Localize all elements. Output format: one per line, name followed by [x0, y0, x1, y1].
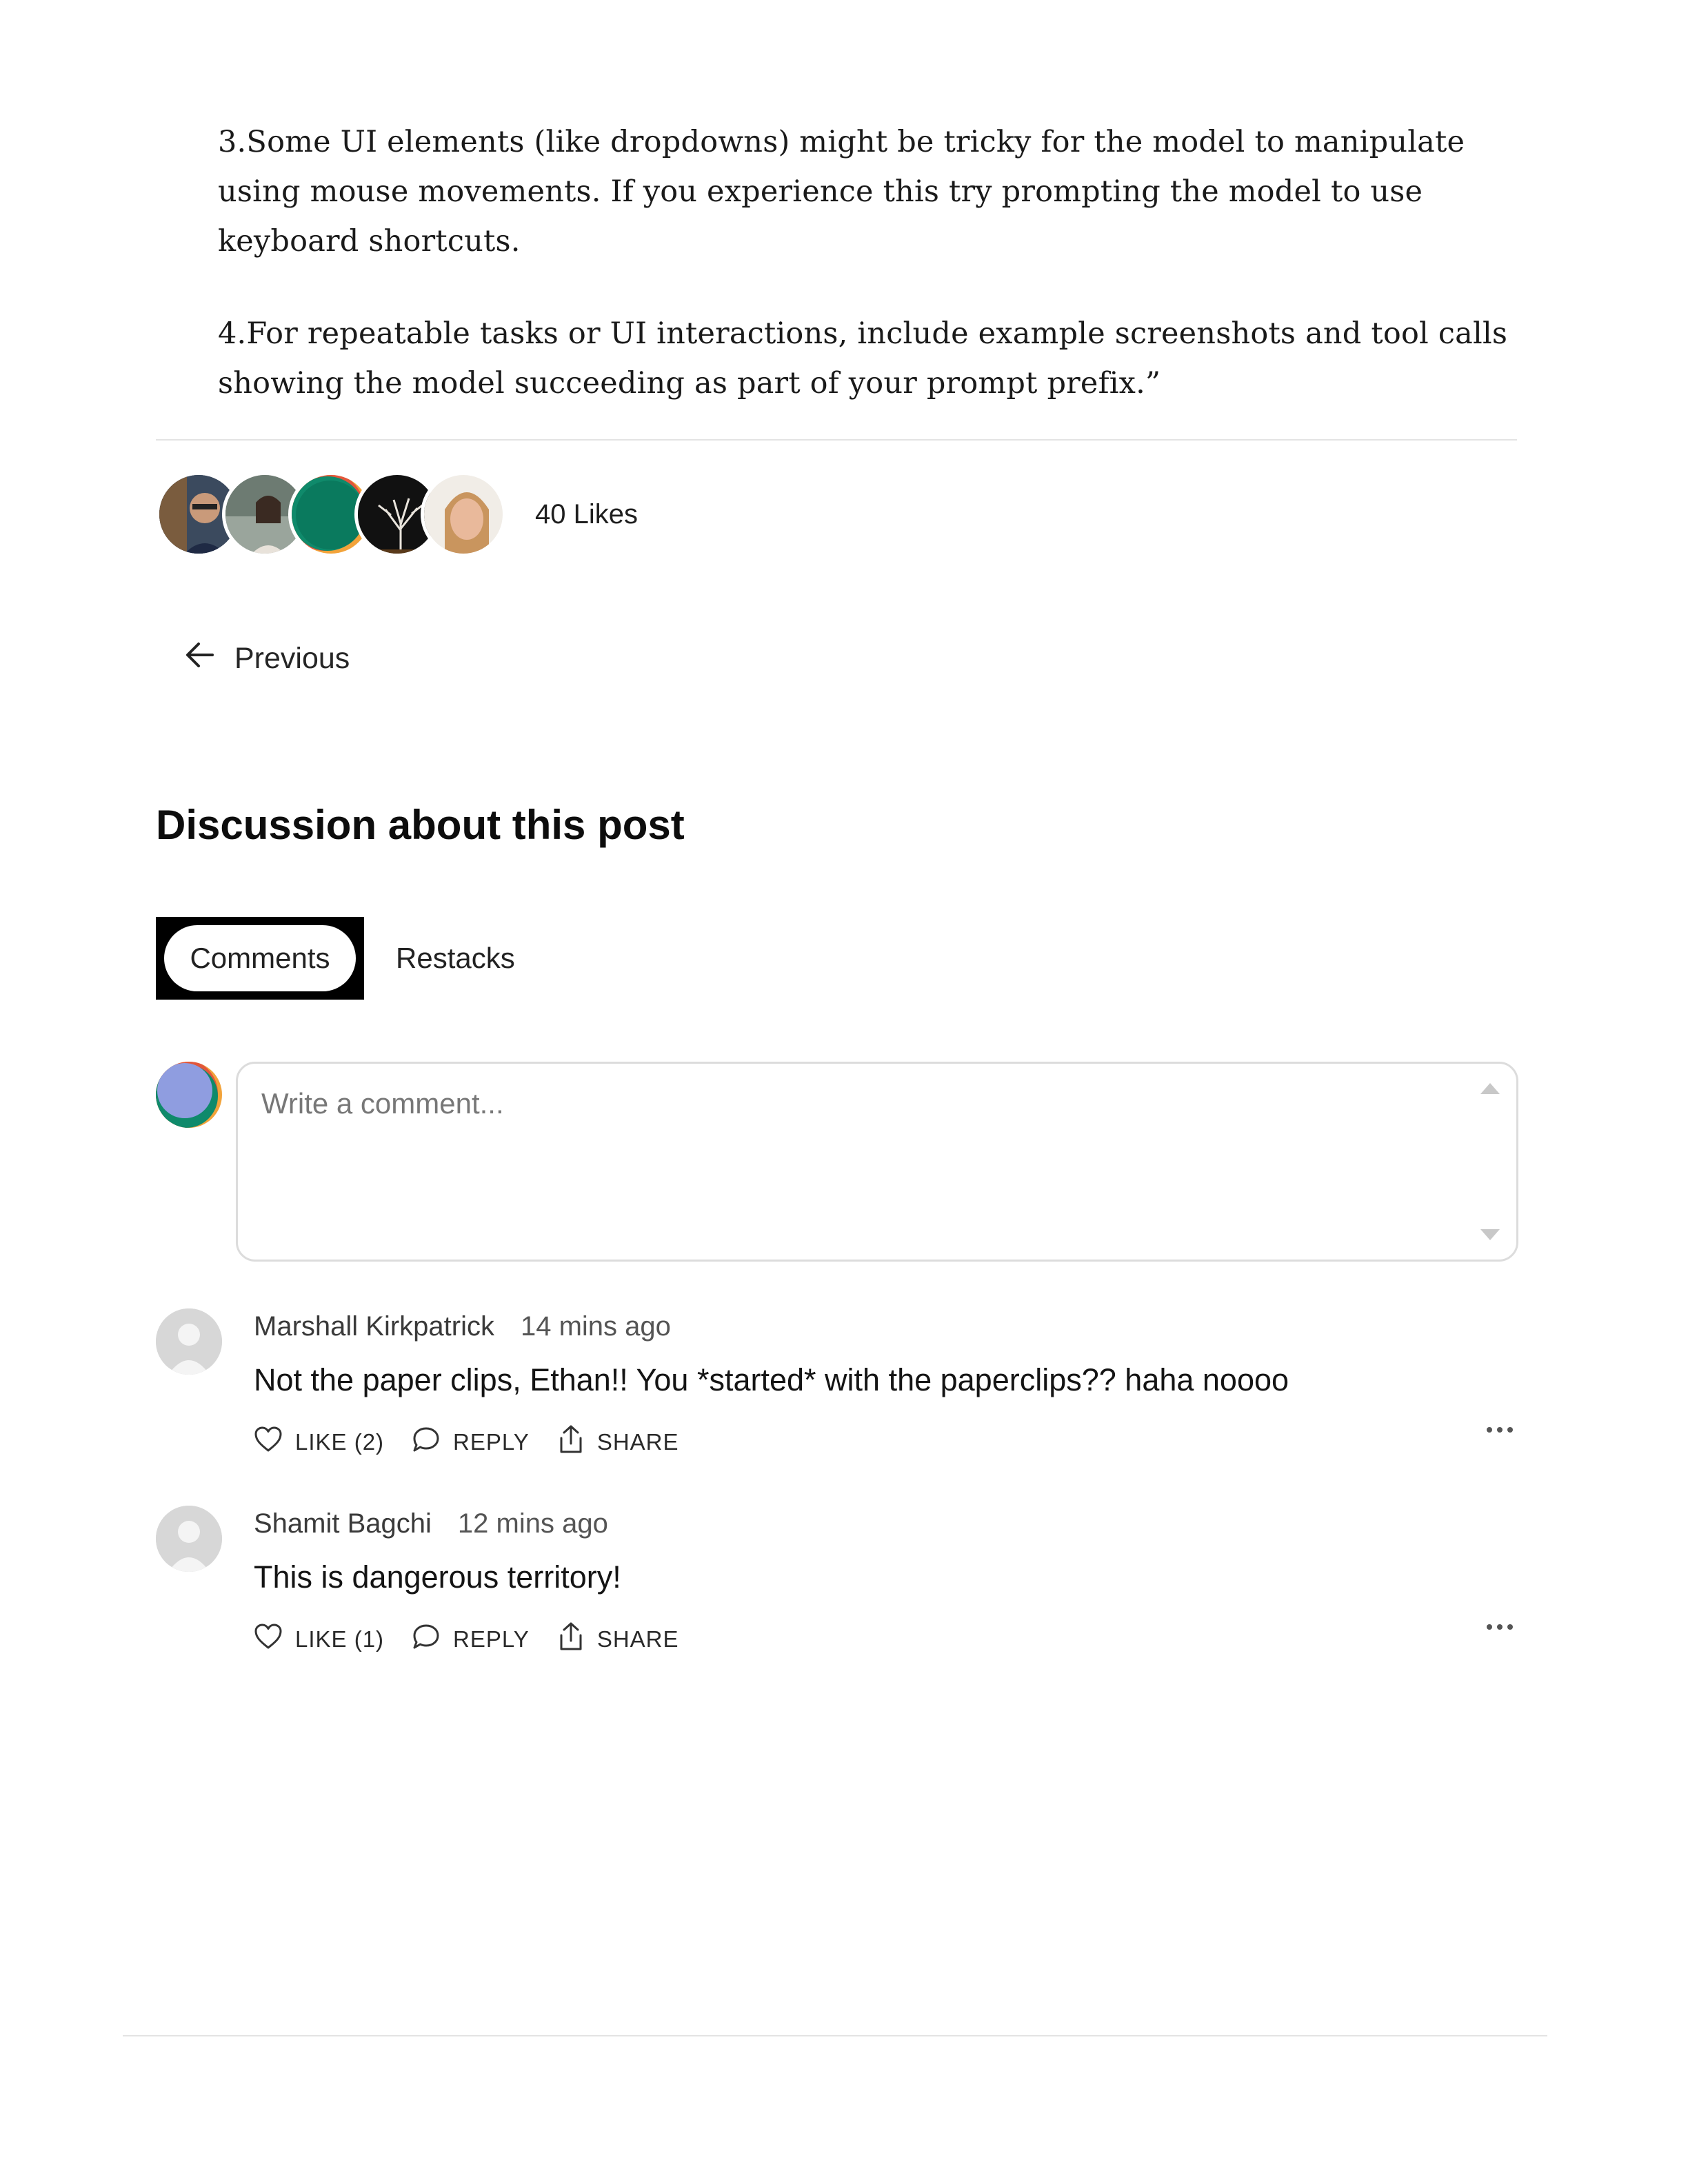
comment-author[interactable]: Marshall Kirkpatrick: [254, 1311, 494, 1342]
comment-input-box[interactable]: [236, 1062, 1518, 1262]
comment-author[interactable]: Shamit Bagchi: [254, 1508, 432, 1539]
arrow-left-icon: [185, 640, 215, 678]
likes-count[interactable]: 40 Likes: [535, 499, 638, 530]
commenter-avatar[interactable]: [156, 1308, 222, 1375]
discussion-title: Discussion about this post: [156, 802, 685, 848]
comment-input[interactable]: [261, 1087, 1434, 1239]
divider: [123, 2035, 1547, 2036]
tab-restacks[interactable]: Restacks: [396, 942, 515, 975]
previous-label: Previous: [234, 642, 350, 675]
reply-button[interactable]: REPLY: [412, 1623, 530, 1656]
share-label: SHARE: [596, 1626, 679, 1652]
tab-comments-focus-frame: Comments: [156, 917, 364, 1000]
article-paragraph: 3.Some UI elements (like dropdowns) migh…: [218, 125, 1465, 259]
like-button[interactable]: LIKE (2): [254, 1426, 384, 1459]
ellipsis-icon[interactable]: [1487, 1427, 1513, 1433]
user-avatar: [156, 1062, 222, 1128]
heart-icon: [254, 1623, 283, 1656]
comment-item: Shamit Bagchi 12 mins ago This is danger…: [156, 1506, 1518, 1664]
liker-avatars[interactable]: [156, 472, 514, 557]
comment-meta: Marshall Kirkpatrick 14 mins ago: [254, 1311, 671, 1342]
comment-meta: Shamit Bagchi 12 mins ago: [254, 1508, 608, 1539]
share-label: SHARE: [596, 1429, 679, 1455]
avatar[interactable]: [421, 472, 506, 557]
comment-body: This is dangerous territory!: [254, 1559, 621, 1595]
comment-item: Marshall Kirkpatrick 14 mins ago Not the…: [156, 1308, 1518, 1467]
article-paragraph: 4.For repeatable tasks or UI interaction…: [218, 316, 1508, 401]
scroll-up-icon[interactable]: [1480, 1083, 1500, 1094]
reply-button[interactable]: REPLY: [412, 1426, 530, 1459]
divider: [156, 439, 1517, 441]
like-label: LIKE (1): [295, 1626, 385, 1652]
heart-icon: [254, 1426, 283, 1459]
like-button[interactable]: LIKE (1): [254, 1623, 384, 1656]
comment-actions: LIKE (2) REPLY SHARE: [254, 1424, 707, 1460]
tab-comments[interactable]: Comments: [164, 925, 356, 991]
commenter-avatar[interactable]: [156, 1506, 222, 1572]
speech-bubble-icon: [412, 1426, 441, 1459]
share-button[interactable]: SHARE: [557, 1424, 679, 1460]
comment-actions: LIKE (1) REPLY SHARE: [254, 1621, 707, 1657]
article-body: 3.Some UI elements (like dropdowns) migh…: [218, 117, 1521, 451]
share-upload-icon: [557, 1621, 585, 1657]
reply-label: REPLY: [453, 1626, 530, 1652]
like-label: LIKE (2): [295, 1429, 385, 1455]
share-button[interactable]: SHARE: [557, 1621, 679, 1657]
scroll-down-icon[interactable]: [1480, 1229, 1500, 1240]
comment-body: Not the paper clips, Ethan!! You *starte…: [254, 1362, 1289, 1397]
reply-label: REPLY: [453, 1429, 530, 1455]
comment-composer: [156, 1062, 1518, 1262]
comment-timestamp[interactable]: 14 mins ago: [521, 1311, 671, 1342]
speech-bubble-icon: [412, 1623, 441, 1656]
ellipsis-icon[interactable]: [1487, 1624, 1513, 1630]
discussion-tabs: Comments Restacks: [156, 917, 515, 1000]
comment-timestamp[interactable]: 12 mins ago: [458, 1508, 608, 1539]
share-upload-icon: [557, 1424, 585, 1460]
likes-row: 40 Likes: [156, 472, 638, 557]
previous-post-link[interactable]: Previous: [185, 640, 350, 678]
